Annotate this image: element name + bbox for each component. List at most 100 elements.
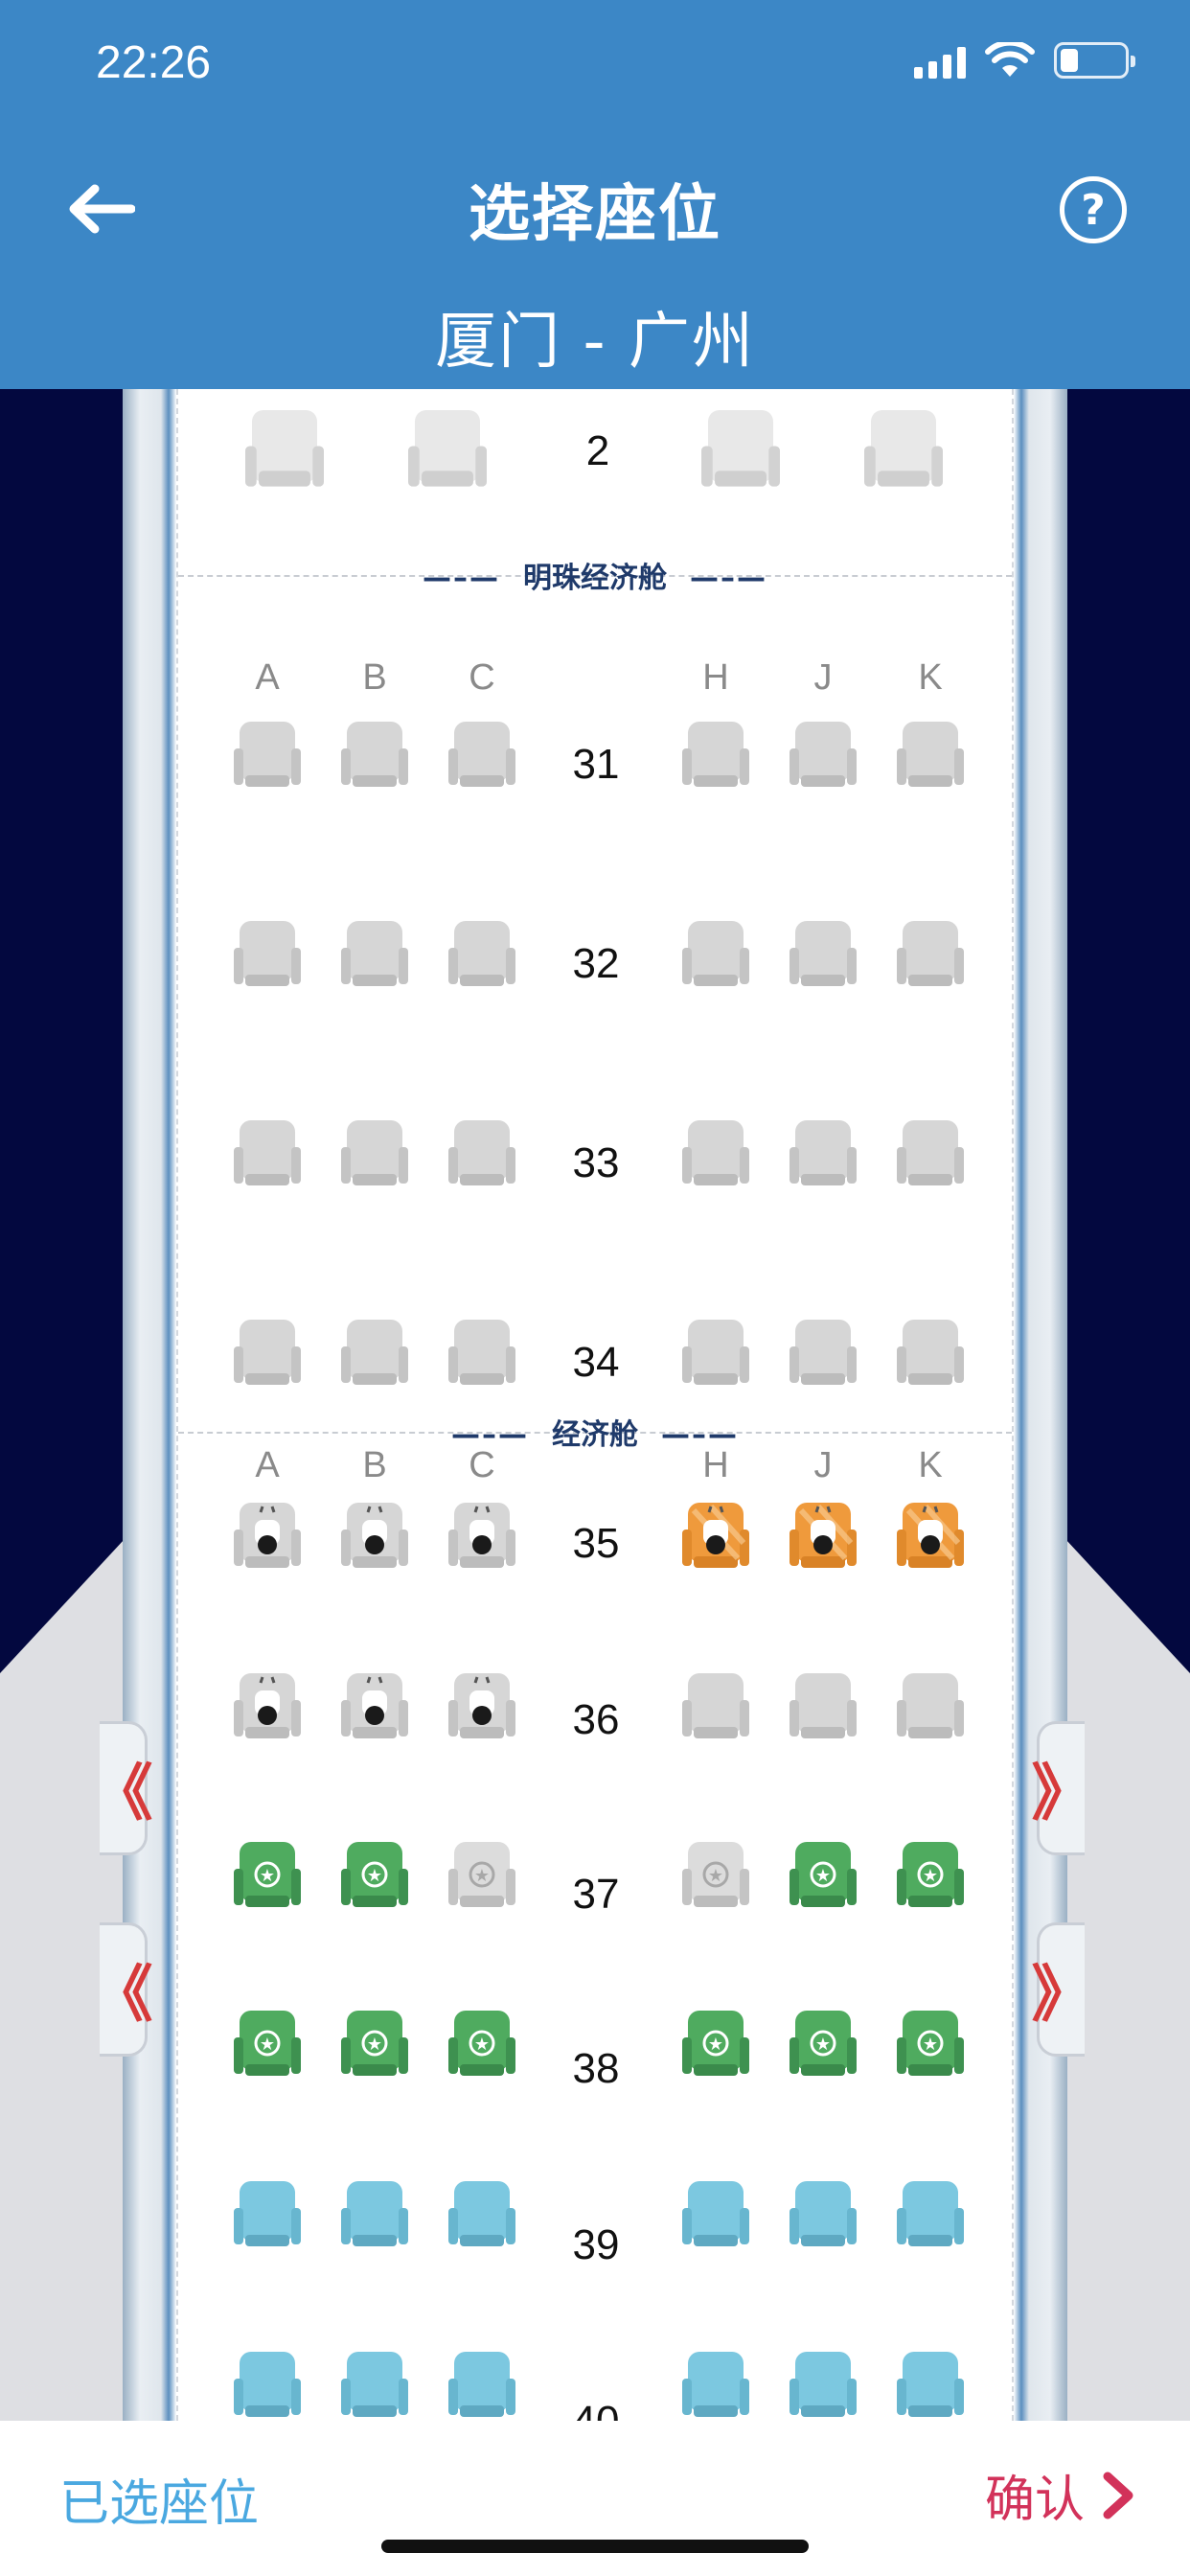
- seat[interactable]: [790, 919, 857, 990]
- cabin-class-label: —–— 明珠经济舱 —–—: [423, 562, 767, 595]
- seat-green-star[interactable]: ★: [682, 2009, 749, 2080]
- svg-text:★: ★: [815, 2035, 831, 2055]
- row-number: 34: [572, 1339, 620, 1386]
- svg-text:★: ★: [923, 1866, 938, 1886]
- seat[interactable]: [234, 1318, 301, 1389]
- seat[interactable]: [234, 1118, 301, 1189]
- row-number: 40: [548, 2398, 644, 2421]
- seat-green-star[interactable]: ★: [234, 2009, 301, 2080]
- seat-blue[interactable]: [682, 2179, 749, 2250]
- seat[interactable]: [234, 919, 301, 990]
- seat-blue[interactable]: [341, 2179, 408, 2250]
- exit-marker-left: 《: [92, 1922, 153, 2057]
- seat-empty[interactable]: [682, 1671, 749, 1742]
- row-number: 32: [572, 940, 620, 987]
- seat[interactable]: [341, 1118, 408, 1189]
- seat-column-letter: H: [702, 1445, 729, 1485]
- seat[interactable]: [682, 1318, 749, 1389]
- seat[interactable]: [341, 919, 408, 990]
- page-title: 选择座位: [469, 179, 721, 250]
- seat-column-letter: J: [813, 1445, 833, 1485]
- row-number: 33: [572, 1139, 620, 1186]
- seat[interactable]: [234, 720, 301, 791]
- seat-column-letter: J: [813, 657, 833, 698]
- svg-text:★: ★: [923, 2035, 938, 2055]
- seat-green-star[interactable]: ★: [790, 2009, 857, 2080]
- row-number: 35: [572, 1520, 620, 1567]
- selected-seats-button[interactable]: 已选座位: [59, 2463, 259, 2535]
- seat-blue[interactable]: [790, 2350, 857, 2421]
- seat[interactable]: [701, 399, 780, 500]
- bottom-bar: 已选座位 确认: [0, 2421, 1190, 2576]
- seat-blue[interactable]: [897, 2179, 964, 2250]
- svg-text:★: ★: [367, 1866, 382, 1886]
- seat[interactable]: [790, 1118, 857, 1189]
- seat[interactable]: [448, 1118, 515, 1189]
- seat[interactable]: [897, 1118, 964, 1189]
- flight-route: 厦门 - 广州: [435, 307, 755, 378]
- chevron-right-icon: [1103, 2472, 1133, 2518]
- svg-text:★: ★: [367, 2035, 382, 2055]
- seat-green-star[interactable]: ★: [234, 1840, 301, 1911]
- seat-green-star[interactable]: ★: [790, 1840, 857, 1911]
- svg-text:★: ★: [815, 1866, 831, 1886]
- seat[interactable]: [682, 919, 749, 990]
- seat[interactable]: [408, 399, 487, 500]
- fuselage: 2 —–— 明珠经济舱 —–— —–— 经济舱 —–— A B C H J K 31: [123, 389, 1067, 2421]
- seat-blue[interactable]: [448, 2350, 515, 2421]
- seat-blue[interactable]: [234, 2179, 301, 2250]
- exit-marker-right: 》: [1032, 1721, 1093, 1855]
- seat-green-star[interactable]: ★: [897, 1840, 964, 1911]
- seat[interactable]: [790, 1318, 857, 1389]
- svg-text:★: ★: [260, 1866, 275, 1886]
- seat[interactable]: [897, 919, 964, 990]
- seat-blue[interactable]: [790, 2179, 857, 2250]
- seat[interactable]: [245, 399, 324, 500]
- confirm-button[interactable]: 确认: [985, 2459, 1134, 2531]
- seat-gray-star: ★: [448, 1840, 515, 1911]
- seat-column-letter: C: [469, 1445, 495, 1485]
- seat-occupied: [234, 1671, 301, 1742]
- seat-blue[interactable]: [897, 2350, 964, 2421]
- seat-empty[interactable]: [790, 1671, 857, 1742]
- svg-text:★: ★: [474, 1866, 490, 1886]
- seat-blue[interactable]: [682, 2350, 749, 2421]
- exit-marker-left: 《: [92, 1721, 153, 1855]
- seat[interactable]: [341, 1318, 408, 1389]
- seat-map[interactable]: 2 —–— 明珠经济舱 —–— —–— 经济舱 —–— A B C H J K 31: [0, 389, 1190, 2421]
- seat-occupied: [448, 1671, 515, 1742]
- exit-marker-right: 》: [1032, 1922, 1093, 2057]
- seat-blue[interactable]: [341, 2350, 408, 2421]
- seat[interactable]: [897, 1318, 964, 1389]
- seat[interactable]: [682, 720, 749, 791]
- seat-green-star[interactable]: ★: [448, 2009, 515, 2080]
- battery-icon: [1054, 42, 1135, 79]
- seat[interactable]: [864, 399, 943, 500]
- seat[interactable]: [448, 919, 515, 990]
- seat-green-star[interactable]: ★: [341, 1840, 408, 1911]
- cellular-signal-icon: [914, 46, 966, 79]
- seat[interactable]: [682, 1118, 749, 1189]
- seat-occupied-orange: [790, 1501, 857, 1572]
- seat[interactable]: [448, 720, 515, 791]
- help-icon: ?: [1081, 185, 1106, 235]
- seat-gray-star: ★: [682, 1840, 749, 1911]
- seat[interactable]: [341, 720, 408, 791]
- seat-column-letter: B: [362, 657, 387, 698]
- seat-green-star[interactable]: ★: [897, 2009, 964, 2080]
- row-number: 37: [572, 1871, 620, 1918]
- seat-occupied: [448, 1501, 515, 1572]
- seat[interactable]: [790, 720, 857, 791]
- seat-green-star[interactable]: ★: [341, 2009, 408, 2080]
- seat-blue[interactable]: [234, 2350, 301, 2421]
- seat-column-letter: A: [255, 657, 280, 698]
- seat[interactable]: [448, 1318, 515, 1389]
- seat-empty[interactable]: [897, 1671, 964, 1742]
- help-button[interactable]: ?: [1060, 176, 1127, 243]
- seat-blue[interactable]: [448, 2179, 515, 2250]
- seat-occupied: [341, 1671, 408, 1742]
- seat-column-letter: A: [255, 1445, 280, 1485]
- cabin: 2 —–— 明珠经济舱 —–— —–— 经济舱 —–— A B C H J K 31: [176, 389, 1014, 2421]
- row-number: 31: [572, 741, 620, 788]
- seat[interactable]: [897, 720, 964, 791]
